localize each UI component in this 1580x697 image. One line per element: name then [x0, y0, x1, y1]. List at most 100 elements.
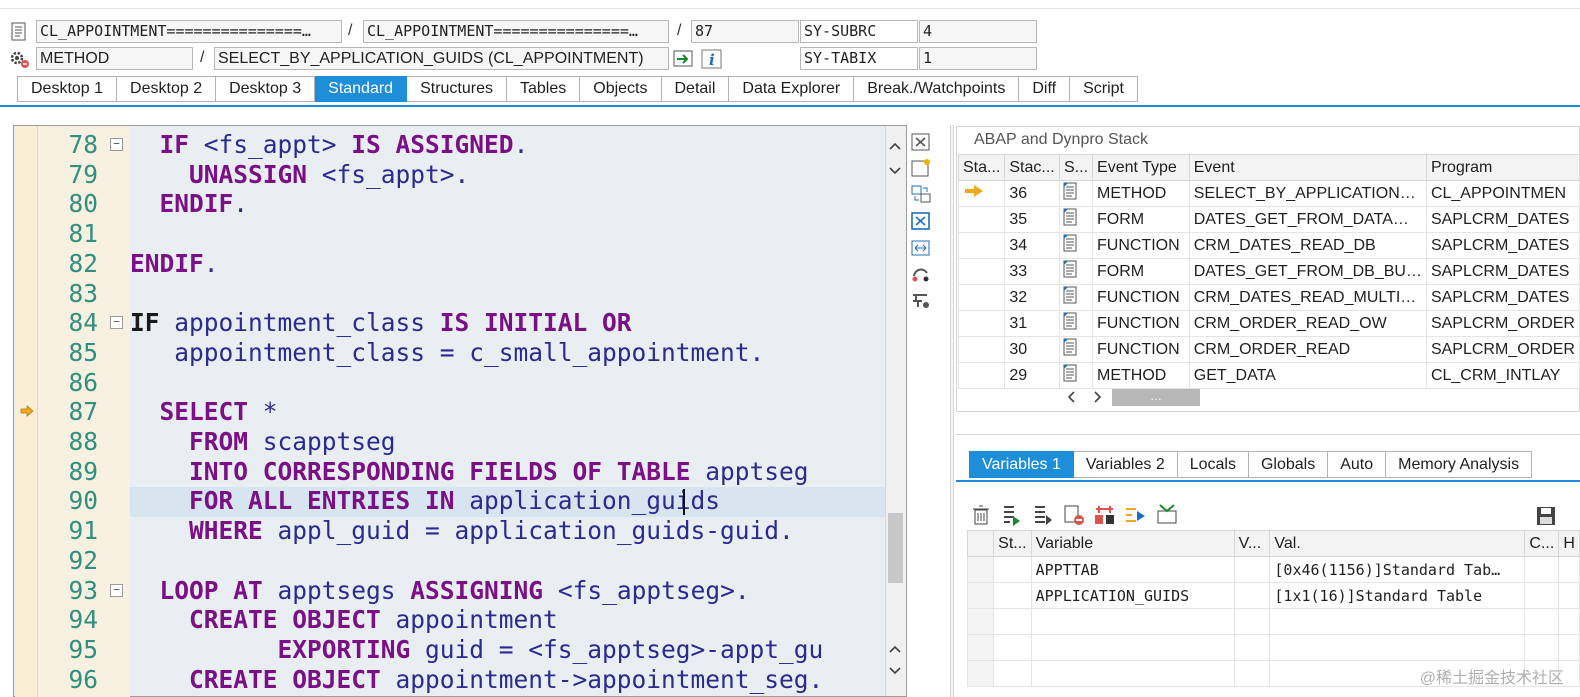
tab-data-explorer[interactable]: Data Explorer: [729, 76, 855, 102]
maximize-tool-icon[interactable]: [910, 211, 932, 231]
row-selector[interactable]: [966, 608, 995, 635]
settings-gear-icon[interactable]: [8, 49, 30, 69]
remove-variable-icon[interactable]: [1062, 503, 1086, 527]
tab-memory-analysis[interactable]: Memory Analysis: [1386, 451, 1533, 478]
fold-toggle-icon[interactable]: −: [110, 583, 123, 597]
navigate-to-source-icon[interactable]: [673, 49, 695, 69]
code-line[interactable]: 78− IF <fs_appt> IS ASSIGNED.: [0, 130, 886, 160]
resize-tool-icon[interactable]: [910, 238, 932, 258]
source-code-icon[interactable]: [1062, 286, 1078, 304]
info-icon[interactable]: i: [701, 49, 723, 69]
code-line[interactable]: 92: [0, 546, 886, 576]
stack-row[interactable]: 34 FUNCTION CRM_DATES_READ_DB SAPLCRM_DATES: [957, 232, 1580, 259]
source-code-icon[interactable]: [1062, 312, 1078, 330]
row-selector[interactable]: [966, 660, 995, 687]
tab-desktop-1[interactable]: Desktop 1: [17, 76, 118, 102]
tab-tables[interactable]: Tables: [507, 76, 581, 102]
stack-row[interactable]: 36 METHOD SELECT_BY_APPLICATION… CL_APPOINT…: [957, 180, 1580, 207]
stack-row[interactable]: 32 FUNCTION CRM_DATES_READ_MULTI… SAPLCRM_D…: [957, 284, 1580, 311]
stack-row[interactable]: 30 FUNCTION CRM_ORDER_READ SAPLCRM_ORDER: [957, 336, 1580, 363]
swap-tool-icon[interactable]: [910, 184, 932, 204]
variable-value-cell[interactable]: [1269, 608, 1526, 635]
code-line[interactable]: 96 CREATE OBJECT appointment->appointmen…: [0, 665, 886, 695]
tab-standard[interactable]: Standard: [315, 76, 408, 102]
stack-row[interactable]: 29 METHOD GET_DATA CL_CRM_INTLAY: [957, 362, 1580, 389]
code-line[interactable]: 84− IF appointment_class IS INITIAL OR: [0, 308, 886, 338]
close-tool-icon[interactable]: [910, 132, 932, 152]
variable-row[interactable]: [966, 608, 1580, 635]
code-line[interactable]: 82 ENDIF.: [0, 249, 886, 279]
stack-column-header[interactable]: Event: [1188, 154, 1427, 181]
code-line[interactable]: 91 WHERE appl_guid = application_guids-g…: [0, 516, 886, 546]
tab-script[interactable]: Script: [1070, 76, 1138, 102]
variables-column-header[interactable]: V...: [1233, 530, 1271, 557]
variable-name-input[interactable]: [1030, 634, 1235, 661]
code-line[interactable]: 89 INTO CORRESPONDING FIELDS OF TABLE ap…: [0, 457, 886, 487]
fold-toggle-icon[interactable]: −: [110, 138, 123, 151]
row-selector-header[interactable]: [966, 530, 995, 557]
variables-column-header[interactable]: Variable: [1030, 530, 1235, 557]
row-selector[interactable]: [966, 634, 995, 661]
code-line[interactable]: 90 FOR ALL ENTRIES IN application_guids: [0, 486, 886, 516]
source-code-icon[interactable]: [1062, 260, 1078, 278]
stack-column-header[interactable]: Program: [1425, 154, 1580, 181]
variable-name-input[interactable]: APPTTAB: [1030, 556, 1235, 583]
variable-name-input[interactable]: [1030, 660, 1235, 687]
source-code-icon[interactable]: [1062, 208, 1078, 226]
services-tool-icon[interactable]: [910, 291, 932, 311]
variable-row[interactable]: APPLICATION_GUIDS [1x1(16)]Standard Table: [966, 582, 1580, 609]
insert-variable-icon[interactable]: [1000, 503, 1024, 527]
scroll-down-icon[interactable]: [888, 665, 902, 677]
refresh-tool-icon[interactable]: [910, 264, 932, 284]
stack-column-header[interactable]: Stac...: [1004, 154, 1060, 181]
scroll-right-icon[interactable]: [1090, 389, 1104, 405]
transfer-icon[interactable]: [1124, 503, 1148, 527]
row-selector[interactable]: [966, 556, 995, 583]
variable-value-cell[interactable]: [1269, 634, 1526, 661]
stack-scroll-thumb[interactable]: …: [1112, 389, 1200, 406]
tab-desktop-2[interactable]: Desktop 2: [117, 76, 217, 102]
tab-globals[interactable]: Globals: [1248, 451, 1329, 478]
stack-row[interactable]: 33 FORM DATES_GET_FROM_DB_BU… SAPLCRM_DATES: [957, 258, 1580, 285]
stack-row[interactable]: 31 FUNCTION CRM_ORDER_READ_OW SAPLCRM_ORDER: [957, 310, 1580, 337]
tab-desktop-3[interactable]: Desktop 3: [216, 76, 316, 102]
tab-detail[interactable]: Detail: [661, 76, 730, 102]
variable-row[interactable]: [966, 634, 1580, 661]
code-line[interactable]: 85 appointment_class = c_small_appointme…: [0, 338, 886, 368]
new-tool-icon[interactable]: [910, 158, 932, 178]
tab-locals[interactable]: Locals: [1177, 451, 1249, 478]
code-line[interactable]: 87 SELECT *: [0, 397, 886, 427]
list-variable-icon[interactable]: [1031, 503, 1055, 527]
tab-variables-2[interactable]: Variables 2: [1073, 451, 1178, 478]
tab-structures[interactable]: Structures: [407, 76, 507, 102]
code-line[interactable]: 88 FROM scapptseg: [0, 427, 886, 457]
variable-value-cell[interactable]: [1x1(16)]Standard Table: [1269, 582, 1526, 609]
variables-column-header[interactable]: C...: [1524, 530, 1560, 557]
save-icon[interactable]: [1535, 505, 1557, 527]
tab-objects[interactable]: Objects: [580, 76, 662, 102]
code-line[interactable]: 94 CREATE OBJECT appointment: [0, 605, 886, 635]
tab-break-watchpoints[interactable]: Break./Watchpoints: [854, 76, 1020, 102]
variables-column-header[interactable]: St...: [993, 530, 1032, 557]
code-line[interactable]: 86: [0, 368, 886, 398]
variables-column-header[interactable]: Val.: [1269, 530, 1526, 557]
code-line[interactable]: 95 EXPORTING guid = <fs_apptseg>-appt_gu: [0, 635, 886, 665]
scroll-up-icon[interactable]: [888, 140, 902, 152]
source-code-icon[interactable]: [1062, 338, 1078, 356]
tab-diff[interactable]: Diff: [1019, 76, 1071, 102]
tab-variables-1[interactable]: Variables 1: [969, 451, 1074, 478]
scroll-left-icon[interactable]: [1065, 389, 1079, 405]
variable-row[interactable]: APPTTAB [0x46(1156)]Standard Tab…: [966, 556, 1580, 583]
fold-toggle-icon[interactable]: −: [110, 316, 123, 330]
variable-name-input[interactable]: APPLICATION_GUIDS: [1030, 582, 1235, 609]
scroll-down-icon[interactable]: [888, 165, 902, 177]
source-code-icon[interactable]: [1062, 364, 1078, 382]
editor-vertical-scrollbar[interactable]: [885, 126, 906, 696]
row-selector[interactable]: [966, 582, 995, 609]
tab-auto[interactable]: Auto: [1328, 451, 1387, 478]
variable-value-cell[interactable]: [0x46(1156)]Standard Tab…: [1269, 556, 1526, 583]
source-code-icon[interactable]: [1062, 234, 1078, 252]
delete-icon[interactable]: [969, 503, 993, 527]
stack-column-header[interactable]: S...: [1058, 154, 1094, 181]
code-line[interactable]: 81: [0, 219, 886, 249]
